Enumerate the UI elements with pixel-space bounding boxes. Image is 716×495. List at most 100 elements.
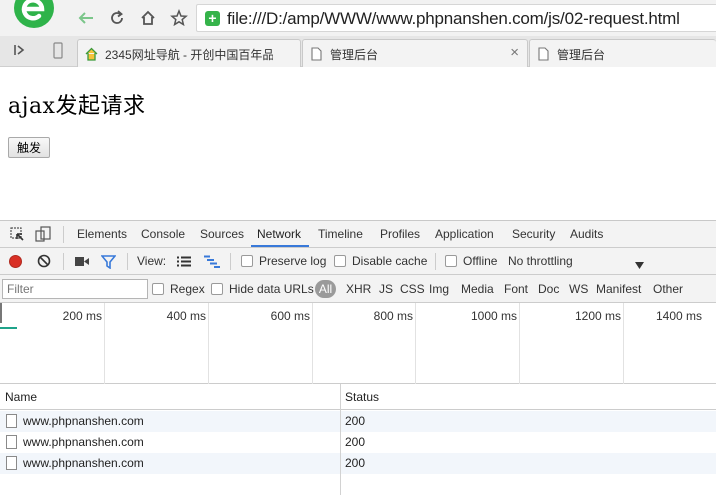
network-request-table: Name Status www.phpnanshen.com 200 www.p…: [0, 384, 716, 495]
separator: [63, 253, 64, 270]
timeline-tick: 600 ms: [270, 309, 310, 323]
device-toolbar-icon[interactable]: [35, 226, 51, 245]
device-icon[interactable]: [53, 42, 63, 62]
page-favicon-icon: [538, 47, 549, 61]
table-row[interactable]: www.phpnanshen.com 200: [0, 432, 716, 453]
type-filter-xhr[interactable]: XHR: [346, 282, 371, 296]
preserve-log-checkbox[interactable]: [241, 255, 253, 267]
devtools-tab-bar: Elements Console Sources Network Timelin…: [0, 221, 716, 248]
type-filter-other[interactable]: Other: [653, 282, 683, 296]
timeline-gridline: [623, 303, 624, 384]
devtools-panel: Elements Console Sources Network Timelin…: [0, 220, 716, 495]
tab-label: 2345网址导航 - 开创中国百年品: [105, 48, 273, 62]
sidebar-toggle-icon[interactable]: [13, 43, 27, 60]
page-favicon-icon: [311, 47, 322, 61]
clear-icon[interactable]: [37, 254, 51, 271]
table-row[interactable]: www.phpnanshen.com 200: [0, 453, 716, 474]
tab-profiles[interactable]: Profiles: [380, 227, 420, 241]
document-icon: [6, 435, 17, 449]
inspect-element-icon[interactable]: [10, 227, 25, 245]
type-filter-media[interactable]: Media: [461, 282, 494, 296]
tab-admin-2[interactable]: 管理后台: [529, 39, 716, 67]
browser-logo-icon[interactable]: [10, 0, 58, 28]
timeline-tick: 200 ms: [62, 309, 102, 323]
house-favicon-icon: [85, 47, 98, 61]
browser-toolbar: + file:///D:/amp/WWW/www.phpnanshen.com/…: [0, 0, 716, 36]
filter-input[interactable]: [2, 279, 148, 299]
waterfall-view-icon[interactable]: [204, 255, 220, 271]
timeline-gridline: [104, 303, 105, 384]
address-url[interactable]: file:///D:/amp/WWW/www.phpnanshen.com/js…: [227, 9, 680, 29]
tab-application[interactable]: Application: [435, 227, 494, 241]
network-filter-bar: Regex Hide data URLs All XHR JS CSS Img …: [0, 275, 716, 303]
chevron-down-icon[interactable]: [635, 258, 644, 272]
request-status: 200: [345, 456, 366, 470]
tab-2345-navigation[interactable]: 2345网址导航 - 开创中国百年品: [77, 39, 301, 67]
back-arrow-icon[interactable]: [74, 7, 98, 29]
timeline-tick: 1200 ms: [574, 309, 621, 323]
timeline-gridline: [415, 303, 416, 384]
tab-sources[interactable]: Sources: [200, 227, 244, 241]
regex-label: Regex: [170, 282, 205, 296]
tab-console[interactable]: Console: [141, 227, 185, 241]
request-name: www.phpnanshen.com: [23, 414, 144, 428]
offline-checkbox[interactable]: [445, 255, 457, 267]
column-header-name[interactable]: Name: [5, 390, 37, 404]
column-header-status[interactable]: Status: [345, 390, 379, 404]
hide-data-urls-checkbox[interactable]: [211, 283, 223, 295]
page-heading: ajax发起请求: [8, 94, 146, 119]
home-icon[interactable]: [136, 7, 160, 29]
trigger-button[interactable]: 触发: [8, 137, 50, 158]
document-icon: [6, 456, 17, 470]
tab-close-icon[interactable]: ×: [510, 44, 519, 61]
tab-label: 管理后台: [557, 48, 606, 62]
timeline-tick: 1000 ms: [470, 309, 517, 323]
column-divider[interactable]: [340, 384, 341, 495]
request-name: www.phpnanshen.com: [23, 456, 144, 470]
document-icon: [6, 414, 17, 428]
request-status: 200: [345, 435, 366, 449]
timeline-gridline: [519, 303, 520, 384]
throttling-select[interactable]: No throttling: [508, 254, 573, 268]
disable-cache-label: Disable cache: [352, 254, 428, 268]
timeline-gridline: [208, 303, 209, 384]
tab-strip: 2345网址导航 - 开创中国百年品 管理后台 × 管理后台: [0, 36, 716, 67]
record-icon[interactable]: [9, 255, 22, 268]
type-filter-ws[interactable]: WS: [569, 282, 588, 296]
tab-timeline[interactable]: Timeline: [318, 227, 363, 241]
tab-elements[interactable]: Elements: [77, 227, 127, 241]
address-bar[interactable]: + file:///D:/amp/WWW/www.phpnanshen.com/…: [196, 4, 716, 32]
video-camera-icon[interactable]: [75, 256, 89, 270]
separator: [63, 226, 64, 243]
active-tab-indicator: [251, 245, 309, 247]
type-filter-all[interactable]: All: [315, 280, 336, 298]
timeline-tick: 400 ms: [166, 309, 206, 323]
bookmark-star-icon[interactable]: [167, 7, 191, 29]
regex-checkbox[interactable]: [152, 283, 164, 295]
separator: [230, 253, 231, 270]
reload-icon[interactable]: [105, 7, 129, 29]
list-view-icon[interactable]: [177, 256, 191, 270]
type-filter-css[interactable]: CSS: [400, 282, 425, 296]
tab-network[interactable]: Network: [257, 227, 301, 241]
filter-funnel-icon[interactable]: [100, 255, 117, 272]
network-overview-timeline[interactable]: 200 ms 400 ms 600 ms 800 ms 1000 ms 1200…: [0, 303, 716, 384]
tab-admin-1[interactable]: 管理后台 ×: [302, 39, 528, 67]
disable-cache-checkbox[interactable]: [334, 255, 346, 267]
tab-audits[interactable]: Audits: [570, 227, 603, 241]
view-label: View:: [137, 254, 167, 268]
secure-shield-icon: +: [205, 11, 220, 26]
timeline-request-bar: [0, 327, 17, 329]
type-filter-doc[interactable]: Doc: [538, 282, 559, 296]
type-filter-manifest[interactable]: Manifest: [596, 282, 641, 296]
timeline-gridline: [312, 303, 313, 384]
tab-security[interactable]: Security: [512, 227, 555, 241]
network-controls: View: Preserve log Disable cache Offline…: [0, 248, 716, 275]
table-row[interactable]: www.phpnanshen.com 200: [0, 411, 716, 432]
timeline-cursor: [0, 303, 2, 323]
offline-label: Offline: [463, 254, 498, 268]
table-header: Name Status: [0, 384, 716, 410]
type-filter-font[interactable]: Font: [504, 282, 528, 296]
type-filter-img[interactable]: Img: [429, 282, 449, 296]
type-filter-js[interactable]: JS: [379, 282, 393, 296]
